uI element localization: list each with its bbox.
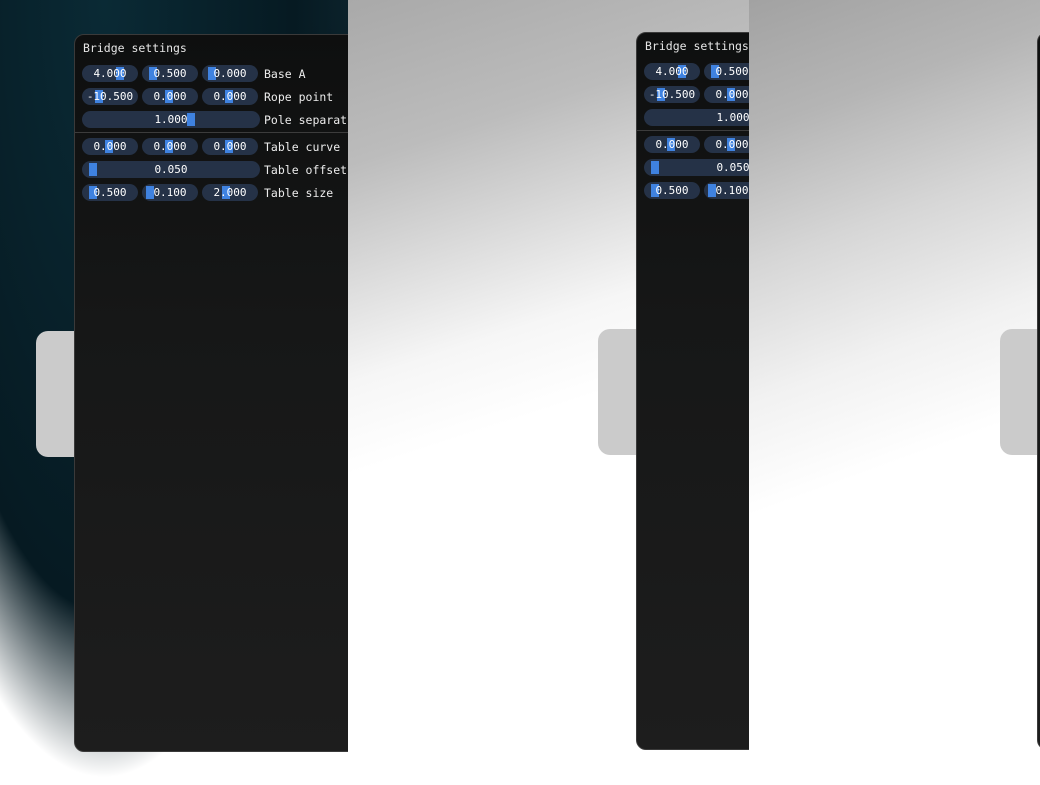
drag-slider-field[interactable]: 0.050	[82, 161, 260, 178]
drag-slider-field[interactable]: 0.000	[142, 88, 198, 105]
settings-row: -10.5000.0000.000Rope point	[644, 86, 749, 103]
slider-value: 0.500	[655, 184, 689, 197]
drag-slider-field[interactable]: 2.000	[202, 184, 258, 201]
drag-slider-field[interactable]: 0.000	[82, 138, 138, 155]
settings-row: 1.000Pole separat	[644, 109, 749, 126]
bridge-settings-panel: Bridge settings 4.000 0.500 0.000 Base A -10.…	[74, 34, 348, 752]
row-label: Rope point	[264, 90, 334, 104]
slider-value: 0.100	[715, 184, 749, 197]
drag-slider-field[interactable]: 0.000	[142, 138, 198, 155]
separator	[75, 132, 348, 133]
viewport-strip-left: Bridge settings 4.000 0.500 0.000 Base A -10.…	[0, 0, 348, 785]
slider-value: 0.000	[715, 88, 749, 101]
slider-value: 0.000	[93, 140, 127, 153]
drag-slider-field[interactable]: 0.000	[704, 86, 749, 103]
drag-slider-field[interactable]: -10.500	[644, 86, 700, 103]
settings-row: 4.0000.5000.000Base A	[644, 63, 749, 80]
drag-slider-field[interactable]: 0.500	[142, 65, 198, 82]
settings-row: 0.5000.1002.000Table size	[644, 182, 749, 199]
drag-slider-field[interactable]: 0.500	[644, 182, 700, 199]
panel-title: Bridge settings	[645, 39, 749, 53]
scene-background	[749, 0, 1040, 785]
drag-slider-field[interactable]: 4.000	[644, 63, 700, 80]
viewport-strip-right	[749, 0, 1040, 785]
settings-row: 0.050 Table offset	[82, 161, 348, 178]
slider-value: -10.500	[648, 88, 696, 101]
slider-value: -10.500	[86, 90, 134, 103]
settings-row: 0.500 0.100 2.000 Table size	[82, 184, 348, 201]
drag-slider-field[interactable]: 0.000	[704, 136, 749, 153]
slider-value: 0.500	[93, 186, 127, 199]
settings-row: 0.0000.0000.000Table curve	[644, 136, 749, 153]
settings-row: 0.000 0.000 0.000 Table curve	[82, 138, 348, 155]
slider-value: 0.000	[213, 67, 247, 80]
row-label: Table curve	[264, 140, 341, 154]
drag-slider-field[interactable]: 0.100	[142, 184, 198, 201]
separator	[637, 130, 749, 131]
slider-value: 4.000	[93, 67, 127, 80]
drag-slider-field[interactable]: 0.500	[82, 184, 138, 201]
bridge-settings-panel: Bridge settings4.0000.5000.000Base A-10.…	[636, 32, 749, 750]
settings-row: 1.000 Pole separat	[82, 111, 348, 128]
row-label: Table offset	[264, 163, 348, 177]
slider-value: 0.500	[153, 67, 187, 80]
row-label: Table size	[264, 186, 334, 200]
drag-slider-field[interactable]: -10.500	[82, 88, 138, 105]
slider-value: 0.100	[153, 186, 187, 199]
row-label: Base A	[264, 67, 306, 81]
slider-value: 0.000	[213, 140, 247, 153]
drag-slider-field[interactable]: 0.000	[202, 65, 258, 82]
drag-slider-field[interactable]: 0.100	[704, 182, 749, 199]
drag-slider-field[interactable]: 0.000	[644, 136, 700, 153]
slider-value: 0.000	[655, 138, 689, 151]
drag-slider-field[interactable]: 0.000	[202, 138, 258, 155]
settings-row: 0.050Table offset	[644, 159, 749, 176]
slider-value: 0.000	[715, 138, 749, 151]
drag-slider-field[interactable]: 0.050	[644, 159, 749, 176]
slider-value: 1.000	[716, 111, 749, 124]
drag-slider-field[interactable]: 0.500	[704, 63, 749, 80]
slider-value: 0.050	[716, 161, 749, 174]
background-card	[1000, 329, 1040, 455]
slider-value: 2.000	[213, 186, 247, 199]
slider-value: 4.000	[655, 65, 689, 78]
settings-row: -10.500 0.000 0.000 Rope point	[82, 88, 348, 105]
slider-value: 0.050	[154, 163, 188, 176]
drag-slider-field[interactable]: 1.000	[82, 111, 260, 128]
slider-value: 0.000	[213, 90, 247, 103]
slider-value: 0.000	[153, 90, 187, 103]
panel-title: Bridge settings	[83, 41, 187, 55]
drag-slider-field[interactable]: 1.000	[644, 109, 749, 126]
settings-row: 4.000 0.500 0.000 Base A	[82, 65, 348, 82]
slider-value: 0.000	[153, 140, 187, 153]
slider-value: 1.000	[154, 113, 188, 126]
drag-slider-field[interactable]: 4.000	[82, 65, 138, 82]
row-label: Pole separat	[264, 113, 348, 127]
drag-slider-field[interactable]: 0.000	[202, 88, 258, 105]
viewport-strip-middle: Bridge settings4.0000.5000.000Base A-10.…	[348, 0, 749, 785]
slider-value: 0.500	[715, 65, 749, 78]
